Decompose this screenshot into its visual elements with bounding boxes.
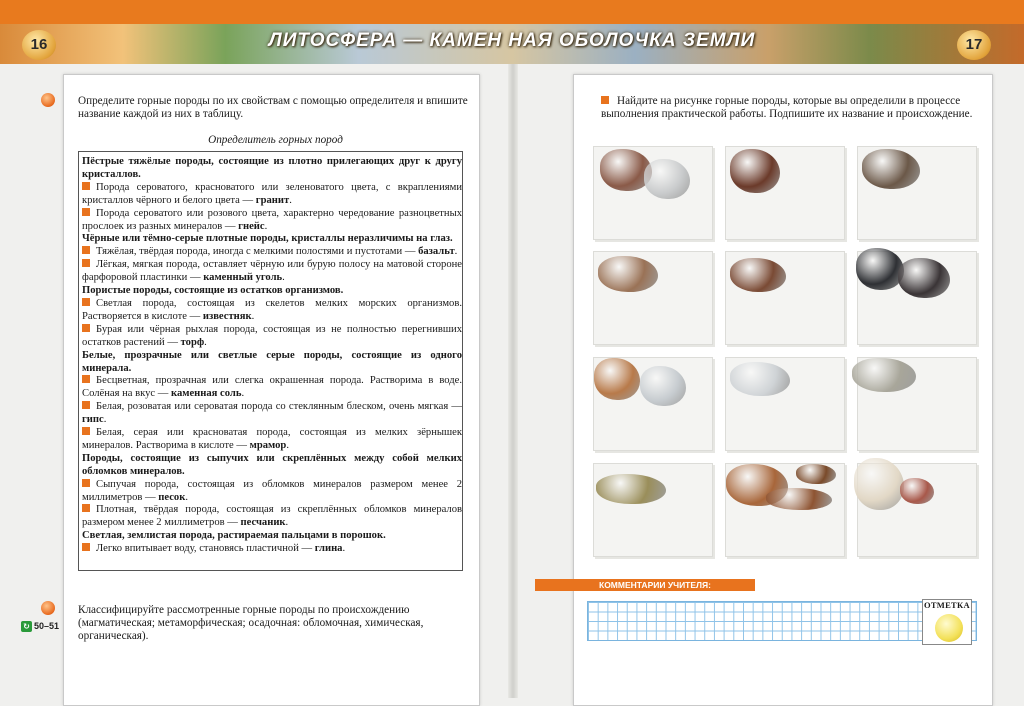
square-bullet-icon <box>82 297 90 306</box>
square-bullet-icon <box>82 504 90 513</box>
rock-photo-cell[interactable] <box>725 357 845 451</box>
guide-item: Тяжёлая, твёрдая порода, иногда с мелким… <box>82 246 462 259</box>
reference-arrow-icon: ↻ <box>21 621 32 632</box>
rock-name: гранит <box>255 194 290 206</box>
rock-photo-cell[interactable] <box>593 251 713 345</box>
square-bullet-icon <box>82 401 90 410</box>
top-bar <box>0 0 1024 24</box>
rock-sample-image <box>644 159 690 199</box>
rock-sample-image <box>640 366 686 406</box>
teacher-comments-field[interactable] <box>587 601 977 641</box>
chapter-title: ЛИТОСФЕРА — КАМЕН НАЯ ОБОЛОЧКА ЗЕМЛИ <box>268 30 756 51</box>
rock-name: глина <box>314 543 343 555</box>
task-instruction: Определите горные породы по их свойствам… <box>78 95 468 120</box>
guide-group-heading: Пёстрые тяжёлые породы, состоящие из пло… <box>82 156 462 180</box>
rock-sample-image <box>594 358 640 400</box>
guide-item: Светлая порода, состоящая из скелетов ме… <box>82 297 462 322</box>
rock-sample-image <box>856 248 904 290</box>
square-bullet-icon <box>82 246 90 255</box>
page-reference[interactable]: ↻ 50–51 <box>21 621 59 632</box>
photo-task-instruction: Найдите на рисунке горные породы, которы… <box>601 95 981 121</box>
rock-name: песок <box>158 491 186 503</box>
square-bullet-icon <box>82 323 90 332</box>
square-bullet-icon <box>82 207 90 216</box>
rock-name: песчаник <box>240 517 286 529</box>
rock-name: каменный уголь <box>203 272 283 284</box>
square-bullet-icon <box>82 375 90 384</box>
square-bullet-icon <box>82 478 90 487</box>
guide-group-heading: Пористые породы, состоящие из остатков о… <box>82 285 344 297</box>
guide-item: Сыпучая порода, состоящая из обломков ми… <box>82 478 462 503</box>
rock-photo-cell[interactable] <box>725 146 845 240</box>
book-spine <box>508 64 518 698</box>
rock-identification-guide: Пёстрые тяжёлые породы, состоящие из пло… <box>78 151 463 571</box>
square-bullet-icon <box>82 543 90 552</box>
rock-name: гипс <box>82 414 104 426</box>
guide-item: Белая, розоватая или сероватая порода со… <box>82 401 462 426</box>
rock-photo-cell[interactable] <box>725 251 845 345</box>
rock-sample-image <box>796 464 836 484</box>
rock-sample-image <box>766 488 832 510</box>
rock-name: каменная соль <box>171 388 242 400</box>
rock-sample-image <box>862 149 920 189</box>
rock-sample-image <box>852 358 916 392</box>
classification-task: Классифицируйте рассмотренные горные пор… <box>78 604 424 642</box>
rock-name: гнейс <box>238 220 265 232</box>
guide-group-heading: Чёрные или тёмно-серые плотные породы, к… <box>82 233 453 245</box>
page-number-right: 17 <box>957 30 991 60</box>
square-bullet-icon <box>601 96 609 104</box>
rock-photo-cell[interactable] <box>593 146 713 240</box>
teacher-comments-label: КОММЕНТАРИИ УЧИТЕЛЯ: <box>535 579 755 591</box>
rock-name: базальт <box>418 246 455 258</box>
rock-photo-cell[interactable] <box>856 248 977 345</box>
guide-item: Легко впитывает воду, становясь пластичн… <box>82 543 462 556</box>
rock-sample-image <box>898 258 950 298</box>
task-bullet-icon <box>41 601 55 615</box>
rock-sample-image <box>854 458 904 510</box>
rock-sample-image <box>730 362 790 396</box>
guide-item: Белая, серая или красноватая порода, сос… <box>82 427 462 451</box>
guide-item: Лёгкая, мягкая порода, оставляет чёрную … <box>82 259 462 284</box>
rock-sample-image <box>730 258 786 292</box>
guide-item: Бурая или чёрная рыхлая порода, состояща… <box>82 323 462 348</box>
page-number-left: 16 <box>22 30 56 60</box>
rock-sample-image <box>730 149 780 193</box>
guide-group-heading: Светлая, землистая порода, растираемая п… <box>82 530 386 542</box>
rock-sample-image <box>598 256 658 292</box>
guide-title: Определитель горных пород <box>208 134 343 146</box>
rock-photo-cell[interactable] <box>593 357 713 451</box>
grade-circle-icon <box>935 614 963 642</box>
guide-group-heading: Белые, прозрачные или светлые серые поро… <box>82 349 462 374</box>
guide-item: Порода сероватого или розового цвета, ха… <box>82 207 462 232</box>
rock-sample-image <box>596 474 666 504</box>
rock-name: мрамор <box>249 439 287 451</box>
square-bullet-icon <box>82 181 90 190</box>
guide-item: Бесцветная, прозрачная или слегка окраше… <box>82 375 462 400</box>
rock-photo-cell[interactable] <box>854 458 977 557</box>
grade-label: ОТМЕТКА <box>924 600 970 610</box>
guide-group-heading: Породы, состоящие из сыпучих или скреплё… <box>82 452 462 477</box>
guide-list: Пёстрые тяжёлые породы, состоящие из пло… <box>82 156 462 556</box>
square-bullet-icon <box>82 427 90 436</box>
rock-name: торф <box>180 336 205 348</box>
rock-name: известняк <box>202 310 252 322</box>
guide-item: Плотная, твёрдая порода, состоящая из ск… <box>82 504 462 529</box>
square-bullet-icon <box>82 259 90 268</box>
rock-sample-image <box>900 478 934 504</box>
rock-photo-cell[interactable] <box>593 463 713 557</box>
rock-photo-cell[interactable] <box>852 357 977 451</box>
task-bullet-icon <box>41 93 55 107</box>
photo-task-text: Найдите на рисунке горные породы, которы… <box>601 95 973 120</box>
guide-item: Порода сероватого, красноватого или зеле… <box>82 181 462 206</box>
page-reference-label: 50–51 <box>34 621 60 631</box>
rock-photo-cell[interactable] <box>725 463 845 557</box>
rock-photo-cell[interactable] <box>857 146 977 240</box>
